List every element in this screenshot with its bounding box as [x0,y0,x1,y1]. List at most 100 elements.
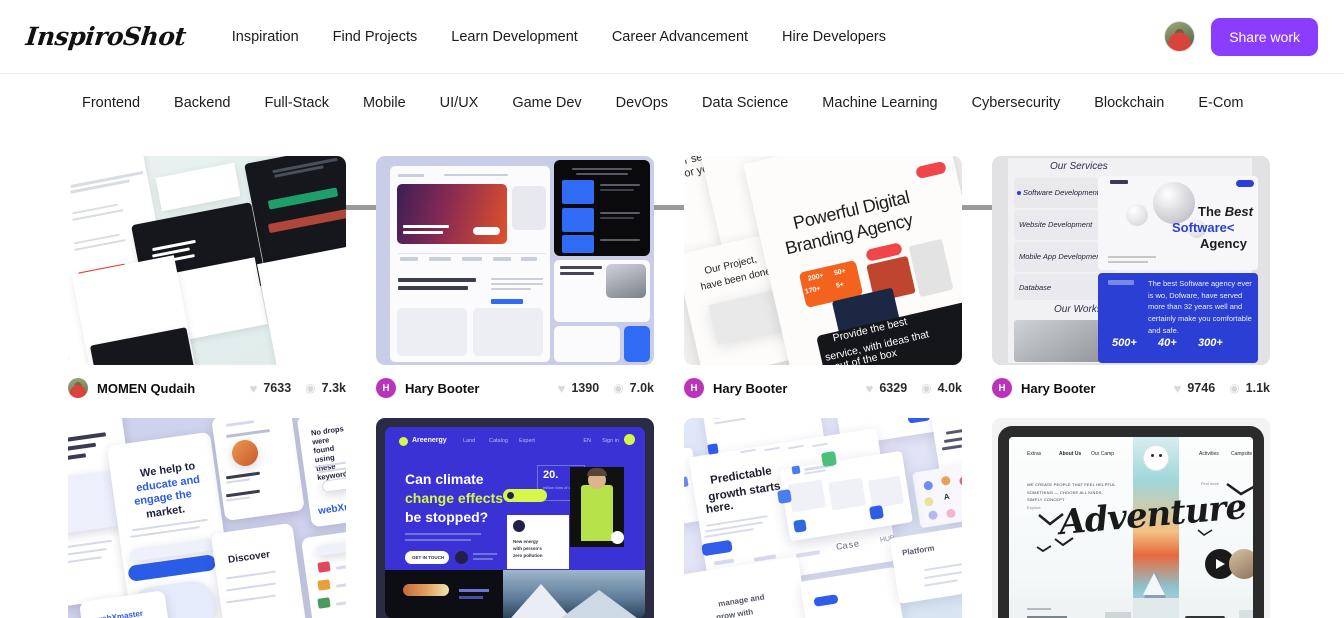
shot-stats: ♥ 6329 ◉ 4.0k [866,381,962,395]
author-name[interactable]: Hary Booter [1021,381,1095,396]
likes-stat: ♥ 6329 [866,381,908,395]
thumb8-nav-0: Extras [1027,451,1042,457]
tab-ui-ux[interactable]: UI/UX [440,95,479,111]
site-logo[interactable]: InspiroShot [24,22,187,51]
thumb6-nav-0: Land [463,438,476,444]
shot-card: We help to educate and engage the market… [68,418,346,618]
tab-cybersecurity[interactable]: Cybersecurity [972,95,1061,111]
bird-icon [1226,483,1253,496]
thumb8-intro-2: SOMETHING — CHOOSE ALL KINDS, [1027,489,1103,495]
eye-icon: ◉ [921,381,932,395]
views-count: 1.1k [1245,381,1270,395]
thumb4-service-2: Mobile App Development [1019,252,1103,261]
shot-meta: H Hary Booter ♥ 9746 ◉ 1.1k [992,376,1270,400]
category-tabs[interactable]: Frontend Backend Full-Stack Mobile UI/UX… [26,74,1318,132]
thumb4-service-3: Database [1019,283,1052,292]
tab-full-stack[interactable]: Full-Stack [264,95,328,111]
likes-stat: ♥ 9746 [1174,381,1216,395]
tab-machine-learning[interactable]: Machine Learning [822,95,937,111]
eye-icon: ◉ [1229,381,1240,395]
thumb8-intro-1: WE CREATE PEOPLE THAT FEEL HELPFUL [1027,482,1116,487]
tab-data-science[interactable]: Data Science [702,95,788,111]
shot-thumbnail-adventure[interactable]: Extras About Us Our Camp Activities Camp… [992,418,1270,618]
tab-devops[interactable]: DevOps [616,95,668,111]
nav-item-career-advancement[interactable]: Career Advancement [612,29,748,45]
bird-icon [1054,537,1074,547]
shot-thumbnail-saas-growth[interactable]: A Predictable growth starts here. Case H… [684,418,962,618]
shot-card: Extras About Us Our Camp Activities Camp… [992,418,1270,618]
bird-icon [1197,529,1213,536]
heart-icon: ♥ [249,380,258,396]
shot-stats: ♥ 1390 ◉ 7.0k [558,381,654,395]
shot-card: H Hary Booter ♥ 1390 ◉ 7.0k [376,156,654,400]
thumb4-stat-1: 500+ [1112,337,1137,349]
views-count: 7.3k [321,381,346,395]
nav-item-hire-developers[interactable]: Hire Developers [782,29,886,45]
likes-count: 9746 [1187,381,1216,395]
shot-meta: H Hary Booter ♥ 6329 ◉ 4.0k [684,376,962,400]
thumb6-card-3: zero pollution [513,552,543,558]
heart-icon: ♥ [1173,380,1182,396]
nav-item-learn-development[interactable]: Learn Development [451,29,578,45]
shot-thumbnail-web-agency[interactable] [376,156,654,365]
views-stat: ◉ 4.0k [921,381,962,395]
thumb6-brand: Areenergy [412,437,447,444]
likes-stat: ♥ 7633 [250,381,292,395]
tab-backend[interactable]: Backend [174,95,230,111]
tab-game-dev[interactable]: Game Dev [512,95,581,111]
author-name[interactable]: Hary Booter [713,381,787,396]
shot-card: Areenergy Land Catalog Expert EN Sign in… [376,418,654,618]
author-name[interactable]: MOMEN Qudaih [97,381,195,396]
thumb6-lang: EN [583,438,591,444]
thumb6-badge: 20. [543,469,559,481]
thumb6-hero-3: be stopped? [405,509,489,525]
shot-card: er serve e for you Our Project, have bee… [684,156,962,400]
tab-frontend[interactable]: Frontend [82,95,140,111]
thumb8-nav-3: Activities [1199,451,1219,457]
thumb6-nav-2: Expert [519,438,535,444]
thumb6-signin: Sign in [602,438,619,444]
likes-count: 6329 [879,381,908,395]
eye-icon: ◉ [613,381,624,395]
thumb6-card-1: New energy [513,539,539,544]
shot-thumbnail-mobile-app[interactable]: We help to educate and engage the market… [68,418,346,618]
user-avatar[interactable] [1164,21,1196,52]
tab-ecom[interactable]: E-Com [1198,95,1243,111]
nav-item-inspiration[interactable]: Inspiration [232,29,299,45]
thumb6-hero-2: change effects [405,490,504,506]
shot-thumbnail-data-platform[interactable] [68,156,346,365]
thumb8-link: Explore [1027,505,1041,510]
share-work-button[interactable]: Share work [1211,17,1318,56]
views-stat: ◉ 7.3k [305,381,346,395]
thumb4-stat-3: 300+ [1198,337,1223,349]
header-actions: Share work [1164,17,1318,56]
site-header: InspiroShot Inspiration Find Projects Le… [0,0,1344,74]
author-avatar[interactable]: H [684,378,704,398]
shot-thumbnail-climate[interactable]: Areenergy Land Catalog Expert EN Sign in… [376,418,654,618]
author-avatar[interactable]: H [376,378,396,398]
shot-thumbnail-software-agency[interactable]: Our Services Software Development Websit… [992,156,1270,365]
thumb4-service-0: Software Development [1023,188,1099,197]
likes-stat: ♥ 1390 [558,381,600,395]
shot-stats: ♥ 7633 ◉ 7.3k [250,381,346,395]
heart-icon: ♥ [557,380,566,396]
thumb4-service-1: Website Development [1019,220,1093,229]
views-stat: ◉ 7.0k [613,381,654,395]
author-avatar[interactable] [68,378,88,398]
eye-icon: ◉ [305,381,316,395]
heart-icon: ♥ [865,380,874,396]
author-name[interactable]: Hary Booter [405,381,479,396]
thumb6-hero-1: Can climate [405,471,484,487]
author-avatar[interactable]: H [992,378,1012,398]
shot-thumbnail-branding-agency[interactable]: er serve e for you Our Project, have bee… [684,156,962,365]
likes-count: 1390 [571,381,600,395]
likes-count: 7633 [263,381,292,395]
shot-stats: ♥ 9746 ◉ 1.1k [1174,381,1270,395]
tab-mobile[interactable]: Mobile [363,95,406,111]
thumb6-nav-1: Catalog [489,438,508,444]
tab-blockchain[interactable]: Blockchain [1094,95,1164,111]
views-count: 7.0k [629,381,654,395]
shot-card: MOMEN Qudaih ♥ 7633 ◉ 7.3k [68,156,346,400]
thumb5-panel-title: No drops were found using these keywords [310,424,346,483]
nav-item-find-projects[interactable]: Find Projects [333,29,418,45]
